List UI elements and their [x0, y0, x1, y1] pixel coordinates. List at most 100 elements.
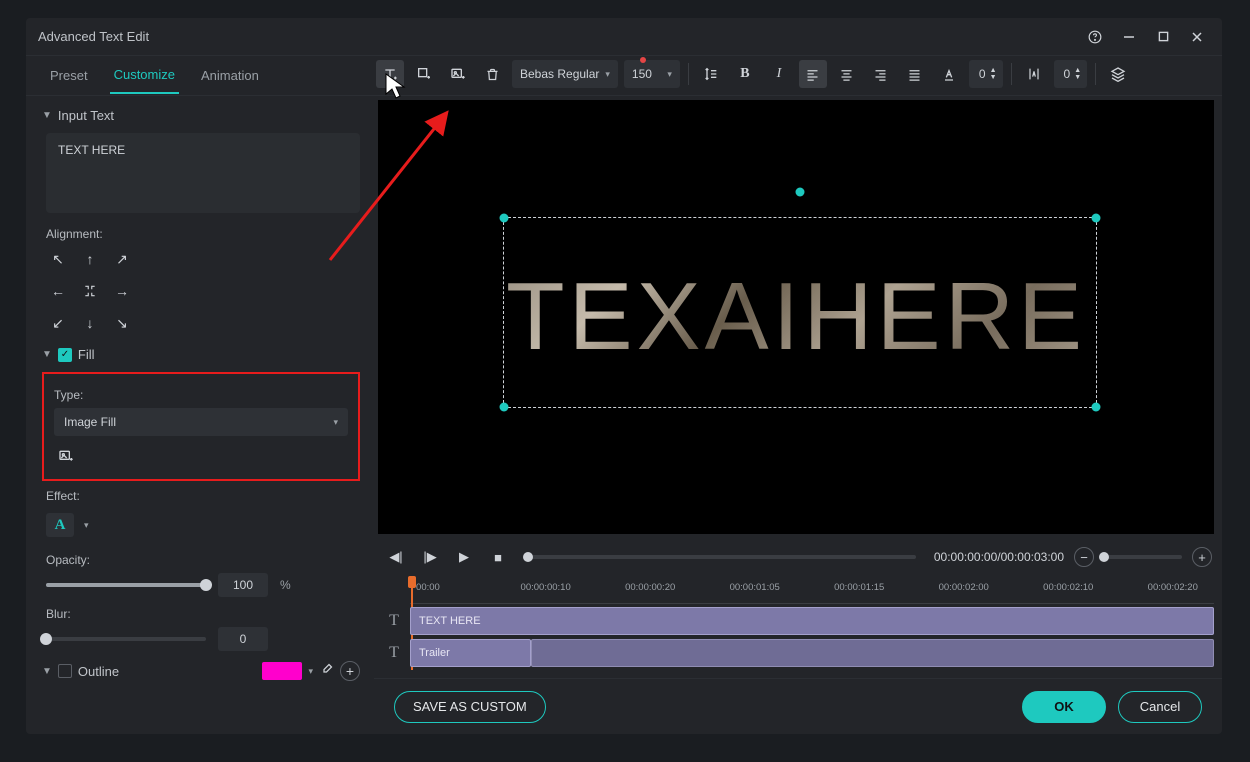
stop-button[interactable]: ■ — [486, 545, 510, 569]
blur-slider[interactable] — [46, 637, 206, 641]
outline-header[interactable]: ▼ Outline ▾ + — [42, 661, 360, 681]
opacity-slider[interactable] — [46, 583, 206, 587]
add-image-button[interactable] — [444, 60, 472, 88]
customize-sidebar: ▼ Input Text TEXT HERE Alignment: ↖ ↑ ↗ … — [26, 96, 374, 734]
eyedropper-icon[interactable] — [319, 662, 334, 680]
maximize-button[interactable] — [1146, 22, 1180, 52]
font-size-dropdown[interactable]: 150 ▾ — [624, 60, 680, 88]
fill-header[interactable]: ▼ ✓ Fill — [42, 347, 360, 362]
text-track-icon: T — [378, 644, 410, 662]
minimize-button[interactable] — [1112, 22, 1146, 52]
choose-fill-image-button[interactable] — [54, 444, 78, 468]
font-dropdown[interactable]: Bebas Regular ▾ — [512, 60, 618, 88]
preview-canvas[interactable]: TEXAIHERE — [378, 100, 1214, 534]
effect-label: Effect: — [46, 489, 360, 503]
align-justify-button[interactable] — [901, 60, 929, 88]
caret-down-icon: ▼ — [42, 349, 52, 360]
timeline-ruler[interactable]: 00:00 00:00:00:10 00:00:00:20 00:00:01:0… — [410, 576, 1214, 604]
caret-down-icon: ▼ — [42, 666, 52, 677]
align-mc[interactable] — [78, 279, 102, 303]
input-text-header[interactable]: ▼ Input Text — [42, 108, 360, 123]
preview-text: TEXAIHERE — [506, 262, 1086, 372]
separator — [1011, 63, 1012, 85]
window-title: Advanced Text Edit — [38, 29, 1078, 44]
ruler-tick: 00:00:02:00 — [939, 582, 989, 593]
align-mr[interactable]: → — [110, 279, 134, 303]
tab-preset[interactable]: Preset — [46, 58, 92, 93]
up-icon: ▲ — [990, 67, 997, 74]
close-button[interactable] — [1180, 22, 1214, 52]
ruler-tick: 00:00:00:10 — [521, 582, 571, 593]
align-tr[interactable]: ↗ — [110, 247, 134, 271]
add-outline-button[interactable]: + — [340, 661, 360, 681]
blur-value[interactable]: 0 — [218, 627, 268, 651]
tab-animation[interactable]: Animation — [197, 58, 263, 93]
timeline-clip[interactable]: Trailer — [410, 639, 531, 667]
align-bc[interactable]: ↓ — [78, 311, 102, 335]
zoom-slider[interactable] — [1104, 555, 1182, 559]
align-tl[interactable]: ↖ — [46, 247, 70, 271]
align-tc[interactable]: ↑ — [78, 247, 102, 271]
playback-slider[interactable] — [528, 555, 916, 559]
fill-label: Fill — [78, 347, 95, 362]
font-name: Bebas Regular — [520, 67, 599, 81]
timeline-track: T TEXT HERE — [378, 606, 1214, 636]
timeline-clip[interactable] — [531, 639, 1214, 667]
cancel-button[interactable]: Cancel — [1118, 691, 1202, 723]
opacity-slider-row: 100 % — [46, 573, 360, 597]
outline-color-swatch[interactable] — [262, 662, 302, 680]
text-case-button[interactable] — [935, 60, 963, 88]
save-as-custom-button[interactable]: SAVE AS CUSTOM — [394, 691, 546, 723]
chevron-down-icon[interactable]: ▾ — [308, 666, 313, 677]
chevron-down-icon: ▾ — [605, 69, 610, 80]
zoom-in-button[interactable]: + — [1192, 547, 1212, 567]
chevron-down-icon: ▾ — [333, 417, 338, 428]
input-text-field[interactable]: TEXT HERE — [46, 133, 360, 213]
ruler-tick: 00:00:02:20 — [1148, 582, 1198, 593]
opacity-value[interactable]: 100 — [218, 573, 268, 597]
letter-spacing-spinner[interactable]: 0 ▲▼ — [969, 60, 1003, 88]
italic-button[interactable]: I — [765, 60, 793, 88]
layer-button[interactable] — [1104, 60, 1132, 88]
align-bl[interactable]: ↙ — [46, 311, 70, 335]
ok-button[interactable]: OK — [1022, 691, 1106, 723]
zoom-out-button[interactable]: − — [1074, 547, 1094, 567]
timecode: 00:00:00:00/00:00:03:00 — [934, 550, 1064, 564]
ruler-tick: 00:00 — [416, 582, 440, 593]
effect-dropdown[interactable]: A ▾ — [46, 513, 89, 537]
clip-label: TEXT HERE — [419, 615, 481, 627]
align-ml[interactable]: ← — [46, 279, 70, 303]
spacing2-value: 0 — [1064, 67, 1071, 81]
modified-indicator — [640, 57, 646, 63]
help-icon[interactable] — [1078, 22, 1112, 52]
rotation-spinner[interactable]: 0 ▲▼ — [1054, 60, 1088, 88]
line-spacing-button[interactable] — [697, 60, 725, 88]
fill-type-dropdown[interactable]: Image Fill ▾ — [54, 408, 348, 436]
add-text-button[interactable] — [376, 60, 404, 88]
font-size-value: 150 — [632, 67, 652, 81]
tab-row: Preset Customize Animation Bebas Regular… — [26, 56, 1222, 96]
timeline-clip[interactable]: TEXT HERE — [410, 607, 1214, 635]
outline-checkbox[interactable] — [58, 664, 72, 678]
bold-button[interactable]: B — [731, 60, 759, 88]
prev-frame-button[interactable]: ◀| — [384, 545, 408, 569]
down-icon: ▼ — [990, 74, 997, 81]
align-right-button[interactable] — [867, 60, 895, 88]
opacity-label: Opacity: — [46, 553, 360, 567]
effect-preview-icon: A — [46, 513, 74, 537]
text-orientation-button[interactable] — [1020, 60, 1048, 88]
ruler-tick: 00:00:01:05 — [730, 582, 780, 593]
add-shape-button[interactable] — [410, 60, 438, 88]
fill-checkbox[interactable]: ✓ — [58, 348, 72, 362]
next-frame-button[interactable]: |▶ — [418, 545, 442, 569]
play-button[interactable]: ▶ — [452, 545, 476, 569]
tab-customize[interactable]: Customize — [110, 57, 179, 94]
alignment-label: Alignment: — [46, 227, 360, 241]
input-text-value: TEXT HERE — [58, 143, 125, 157]
align-br[interactable]: ↘ — [110, 311, 134, 335]
align-center-button[interactable] — [833, 60, 861, 88]
down-icon: ▼ — [1074, 74, 1081, 81]
delete-button[interactable] — [478, 60, 506, 88]
align-left-button[interactable] — [799, 60, 827, 88]
content-area: ▼ Input Text TEXT HERE Alignment: ↖ ↑ ↗ … — [26, 96, 1222, 734]
